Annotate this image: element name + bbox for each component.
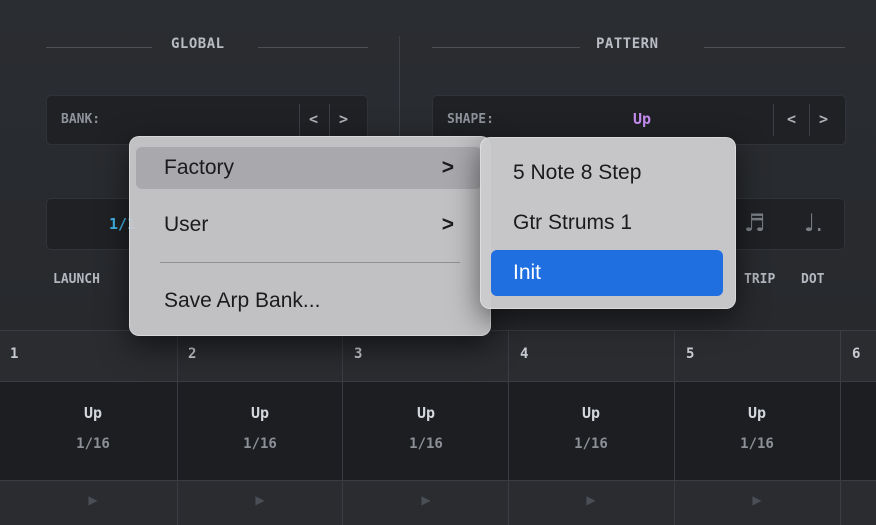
menu-item-factory[interactable]: Factory > <box>136 147 482 189</box>
menu-item-label: Factory <box>164 156 235 179</box>
column-divider <box>508 330 509 525</box>
step-shape[interactable]: Up <box>561 404 621 422</box>
bank-arrow-separator <box>299 104 300 136</box>
chevron-right-icon: > <box>441 156 454 179</box>
factory-submenu: 5 Note 8 Step Gtr Strums 1 Init <box>480 137 736 309</box>
shape-label: SHAPE: <box>447 112 494 127</box>
menu-item-label: User <box>164 213 209 236</box>
triplet-label: TRIP <box>744 272 776 287</box>
shape-value: Up <box>633 110 652 128</box>
step-shape[interactable]: Up <box>63 404 123 422</box>
step-play-icon[interactable]: ▶ <box>83 493 103 507</box>
step-body-row <box>0 382 876 480</box>
step-rate[interactable]: 1/16 <box>230 436 290 452</box>
step-rate[interactable]: 1/16 <box>727 436 787 452</box>
column-divider <box>674 330 675 525</box>
chevron-right-icon: > <box>441 213 454 236</box>
column-divider <box>177 330 178 525</box>
global-section-title: GLOBAL <box>171 36 225 52</box>
dotted-note-icon[interactable]: ♩. <box>804 209 823 237</box>
submenu-item-init[interactable]: Init <box>491 250 723 296</box>
pattern-section-title: PATTERN <box>596 36 659 52</box>
launch-label: LAUNCH <box>53 272 100 287</box>
step-play-row <box>0 480 876 525</box>
bank-arrow-separator-2 <box>329 104 330 136</box>
submenu-item-gtr-strums-1[interactable]: Gtr Strums 1 <box>491 200 723 246</box>
global-header-line-right <box>258 47 368 48</box>
step-rate[interactable]: 1/16 <box>396 436 456 452</box>
shape-prev-arrow-icon[interactable]: < <box>787 110 796 128</box>
submenu-item-label: Init <box>513 261 542 284</box>
step-shape[interactable]: Up <box>396 404 456 422</box>
step-rate[interactable]: 1/16 <box>561 436 621 452</box>
step-play-icon[interactable]: ▶ <box>747 493 767 507</box>
shape-next-arrow-icon[interactable]: > <box>819 110 828 128</box>
menu-item-save-arp-bank[interactable]: Save Arp Bank... <box>136 280 482 322</box>
step-header-row <box>0 330 876 382</box>
column-divider <box>342 330 343 525</box>
step-play-icon[interactable]: ▶ <box>416 493 436 507</box>
step-number: 2 <box>188 346 197 362</box>
submenu-item-5-note-8-step[interactable]: 5 Note 8 Step <box>491 150 723 196</box>
triplet-note-icon[interactable]: ♬ <box>744 209 766 237</box>
step-number: 5 <box>686 346 695 362</box>
menu-separator <box>160 262 460 263</box>
column-divider <box>840 330 841 525</box>
step-number: 4 <box>520 346 529 362</box>
pattern-header-line-right <box>704 47 845 48</box>
step-shape[interactable]: Up <box>230 404 290 422</box>
shape-arrow-separator-2 <box>809 104 810 136</box>
step-play-icon[interactable]: ▶ <box>250 493 270 507</box>
shape-arrow-separator <box>773 104 774 136</box>
note-modifier-box: ♬ ♩. <box>725 198 845 250</box>
step-shape[interactable]: Up <box>727 404 787 422</box>
step-number: 6 <box>852 346 861 362</box>
submenu-item-label: 5 Note 8 Step <box>513 161 642 184</box>
menu-item-label: Save Arp Bank... <box>164 289 321 312</box>
submenu-item-label: Gtr Strums 1 <box>513 211 633 234</box>
bank-next-arrow-icon[interactable]: > <box>339 110 348 128</box>
bank-label: BANK: <box>61 112 101 127</box>
dotted-label: DOT <box>801 272 825 287</box>
menu-item-user[interactable]: User > <box>136 204 482 246</box>
pattern-header-line-left <box>432 47 580 48</box>
step-rate[interactable]: 1/16 <box>63 436 123 452</box>
bank-prev-arrow-icon[interactable]: < <box>309 110 318 128</box>
bank-context-menu: Factory > User > Save Arp Bank... <box>129 136 491 336</box>
step-play-icon[interactable]: ▶ <box>581 493 601 507</box>
step-number: 3 <box>354 346 363 362</box>
step-number: 1 <box>10 346 19 362</box>
global-header-line-left <box>46 47 152 48</box>
